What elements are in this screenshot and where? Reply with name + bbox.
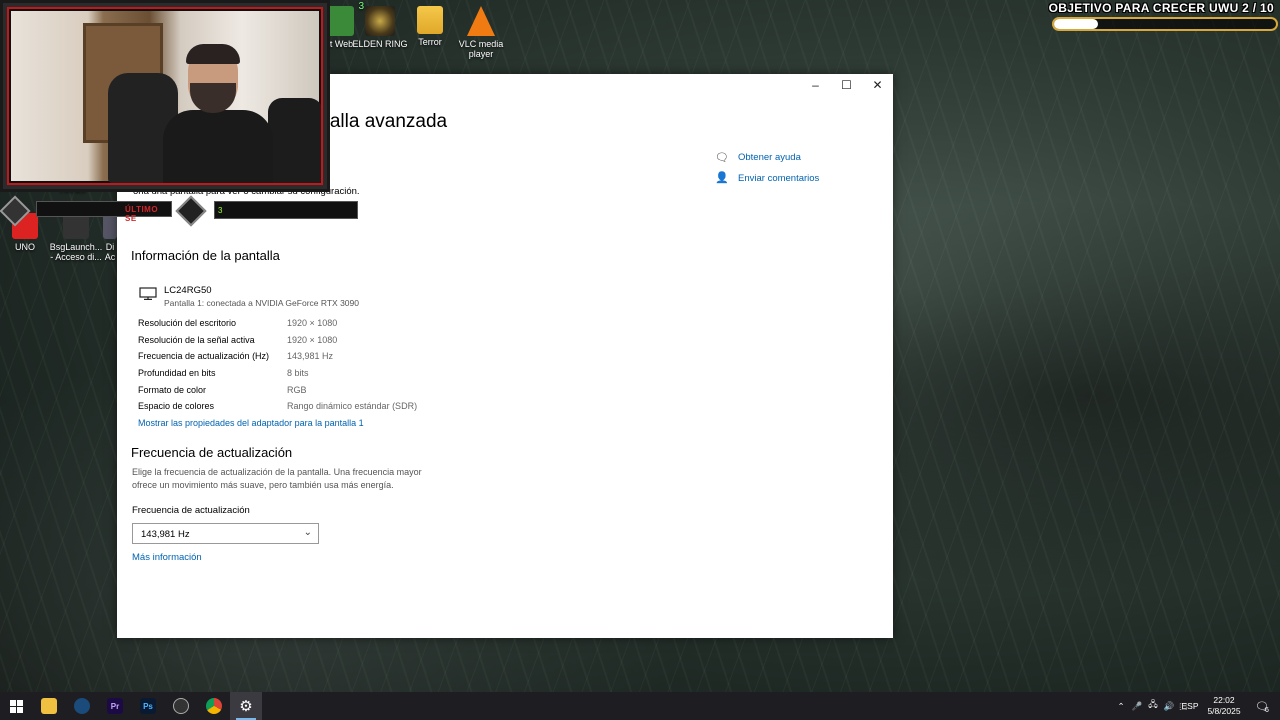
info-key: Resolución del escritorio	[138, 318, 237, 328]
info-key: Frecuencia de actualización (Hz)	[138, 351, 270, 361]
tray-headset-icon[interactable]: 🔊	[1162, 692, 1176, 720]
webcam-streamer	[163, 44, 273, 189]
info-value: RGB	[287, 385, 307, 395]
info-row-desktop-resolution: Resolución del escritorio 1920 × 1080	[138, 318, 538, 330]
streamer-beard	[190, 83, 236, 113]
steam-icon	[74, 698, 90, 714]
clock-date: 5/8/2025	[1207, 706, 1241, 716]
diamond-icon	[0, 195, 31, 227]
info-key: Profundidad en bits	[138, 368, 216, 378]
taskbar-settings[interactable]: ⚙	[230, 692, 262, 720]
info-value: Rango dinámico estándar (SDR)	[287, 401, 418, 411]
folder-icon	[41, 698, 57, 714]
refresh-rate-heading: Frecuencia de actualización	[131, 445, 293, 460]
more-info-link[interactable]: Más información	[132, 552, 202, 563]
desktop-icon-vlc[interactable]: VLC media player	[452, 6, 510, 59]
desktop-icon-label: BsgLaunch... - Acceso di...	[49, 242, 103, 262]
taskbar-file-explorer[interactable]	[33, 692, 65, 720]
stream-goal-overlay: OBJETIVO PARA CRECER UWU 2 / 10	[1048, 0, 1280, 34]
premiere-icon: Pr	[107, 698, 123, 714]
info-value: 1920 × 1080	[287, 335, 338, 345]
elden-ring-icon	[365, 6, 395, 36]
diamond-icon	[175, 195, 207, 227]
last-sub-label: ÚLTIMO SE	[36, 201, 172, 223]
chevron-down-icon: ⌄	[303, 527, 312, 538]
info-row-color-format: Formato de color RGB	[138, 385, 538, 397]
info-row-refresh-rate: Frecuencia de actualización (Hz) 143,981…	[138, 351, 538, 363]
page-title: ntalla avanzada	[314, 111, 448, 132]
goal-text: OBJETIVO PARA CRECER UWU 2 / 10	[1048, 1, 1274, 15]
taskbar-clock[interactable]: 22:02 5/8/2025	[1200, 695, 1248, 717]
info-key: Espacio de colores	[138, 401, 215, 411]
minimize-button[interactable]: –	[800, 74, 831, 96]
info-row-color-space: Espacio de colores Rango dinámico estánd…	[138, 401, 538, 413]
taskbar-obs[interactable]	[165, 692, 197, 720]
info-key: Formato de color	[138, 385, 207, 395]
taskbar-premiere[interactable]: Pr	[99, 692, 131, 720]
vlc-cone-icon	[467, 6, 495, 36]
tray-network-icon[interactable]: 🖧	[1146, 692, 1160, 720]
refresh-rate-selected: 143,981 Hz	[141, 529, 190, 540]
monitor-connection: Pantalla 1: conectada a NVIDIA GeForce R…	[164, 298, 359, 308]
maximize-button[interactable]: ☐	[831, 74, 862, 96]
info-row-signal-resolution: Resolución de la señal activa 1920 × 108…	[138, 335, 538, 347]
help-icon: 🗨	[715, 152, 729, 164]
info-value: 143,981 Hz	[287, 351, 334, 361]
stream-alert-strip: ÚLTIMO SE 3	[0, 195, 360, 227]
taskbar: Pr Ps ⚙ ⌃ 🎤 🖧 🔊 ⬚ ESP 22:02 5/8/2025 🗨 6	[0, 692, 1280, 720]
desktop-icon-label: Di Ac	[104, 242, 116, 262]
clock-time: 22:02	[1213, 695, 1235, 705]
refresh-rate-label: Frecuencia de actualización	[132, 505, 250, 516]
display-info-heading: Información de la pantalla	[131, 248, 280, 263]
alert-counter: 3	[214, 201, 358, 219]
desktop-icon-label: UNO	[15, 242, 35, 252]
language-indicator[interactable]: ESP	[1180, 692, 1200, 720]
refresh-rate-description: Elige la frecuencia de actualización de …	[132, 467, 422, 490]
feedback-icon: 👤	[715, 172, 729, 184]
get-help-link[interactable]: Obtener ayuda	[738, 152, 801, 163]
desktop-icon-terror[interactable]: Terror	[401, 6, 459, 47]
folder-icon	[417, 6, 443, 34]
notification-count: 6	[1265, 706, 1269, 714]
start-button[interactable]	[0, 692, 32, 720]
gear-icon: ⚙	[239, 698, 253, 715]
info-key: Resolución de la señal activa	[138, 335, 255, 345]
taskbar-steam[interactable]	[66, 692, 98, 720]
desktop-icon-label: VLC media player	[458, 39, 504, 59]
webcam-chair-right	[268, 98, 323, 188]
webcam-overlay	[0, 0, 330, 192]
tray-mic-icon[interactable]: 🎤	[1130, 692, 1144, 720]
send-feedback-link[interactable]: Enviar comentarios	[738, 173, 819, 184]
monitor-name: LC24RG50	[164, 285, 212, 296]
photoshop-icon: Ps	[140, 698, 156, 714]
monitor-icon	[139, 287, 157, 300]
close-button[interactable]: ✕	[862, 74, 893, 96]
obs-icon	[173, 698, 189, 714]
refresh-rate-dropdown[interactable]: 143,981 Hz ⌄	[132, 523, 319, 544]
notifications-button[interactable]: 🗨 6	[1250, 692, 1274, 720]
streamer-body	[163, 110, 273, 189]
taskbar-chrome[interactable]	[198, 692, 230, 720]
taskbar-photoshop[interactable]: Ps	[132, 692, 164, 720]
info-value: 8 bits	[287, 368, 309, 378]
goal-progress-bar	[1052, 17, 1278, 31]
info-value: 1920 × 1080	[287, 318, 338, 328]
info-row-bit-depth: Profundidad en bits 8 bits	[138, 368, 538, 380]
windows-logo-icon	[9, 699, 23, 713]
streamer-hair	[186, 44, 240, 64]
goal-progress-fill	[1054, 19, 1099, 29]
adapter-properties-link[interactable]: Mostrar las propiedades del adaptador pa…	[138, 418, 538, 430]
desktop-icon-label: Terror	[418, 37, 442, 47]
tray-chevron-up-icon[interactable]: ⌃	[1114, 692, 1128, 720]
chrome-icon	[206, 698, 222, 714]
